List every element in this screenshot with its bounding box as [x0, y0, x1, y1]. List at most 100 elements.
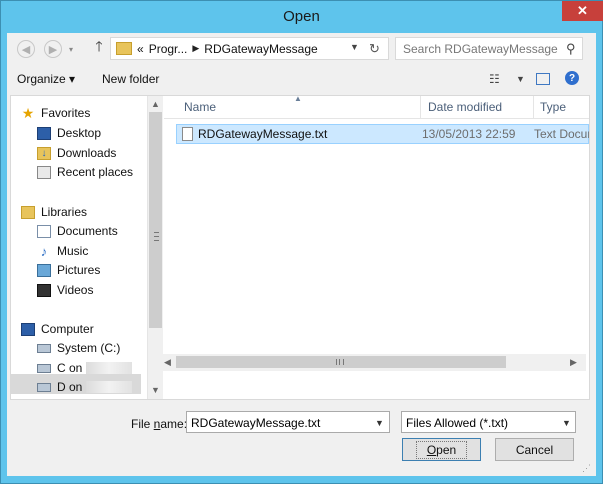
column-header-row: ▲ Name Date modified Type — [164, 96, 589, 119]
nav-item-network-drive-c[interactable]: C on — [37, 359, 133, 377]
preview-pane-icon[interactable] — [536, 73, 550, 85]
music-icon: ♪ — [40, 243, 48, 259]
search-input[interactable]: Search RDGatewayMessage ⚲ — [395, 37, 583, 60]
file-row[interactable]: RDGatewayMessage.txt 13/05/2013 22:59 Te… — [176, 124, 589, 144]
column-divider[interactable] — [420, 96, 421, 118]
nav-libraries[interactable]: Libraries — [21, 203, 87, 221]
nav-item-downloads[interactable]: ↓ Downloads — [37, 144, 116, 162]
file-date: 13/05/2013 22:59 — [422, 127, 516, 141]
dialog-title: Open — [283, 8, 320, 25]
close-button[interactable]: ✕ — [562, 1, 603, 21]
back-arrow-icon: ◀ — [21, 43, 31, 56]
breadcrumb-overflow[interactable]: « — [137, 42, 144, 56]
dialog-client: ◀ ▶ ▾ 🡑 « Progr... ▶ RDGatewayMessage ▼ … — [7, 33, 596, 476]
label-text: ame: — [160, 417, 188, 431]
forward-button[interactable]: ▶ — [44, 40, 62, 58]
file-name-combobox[interactable]: RDGatewayMessage.txt ▼ — [186, 411, 390, 433]
nav-item-label: C on — [57, 361, 83, 375]
new-folder-button[interactable]: New folder — [102, 72, 159, 86]
redacted-text — [86, 381, 133, 393]
resize-grip-icon[interactable]: ⋰ — [582, 463, 591, 474]
nav-item-label: Desktop — [57, 126, 102, 140]
recent-locations-dropdown[interactable]: ▾ — [69, 45, 73, 54]
title-bar[interactable]: Open ✕ — [1, 1, 603, 33]
file-list-horizontal-scrollbar[interactable]: ◀ ▶ — [160, 354, 586, 371]
open-button[interactable]: Open — [402, 438, 481, 461]
search-placeholder: Search RDGatewayMessage — [403, 42, 558, 56]
view-dropdown-icon[interactable]: ▼ — [516, 74, 525, 84]
file-type-filter[interactable]: Files Allowed (*.txt) ▼ — [401, 411, 576, 433]
nav-favorites[interactable]: ★ Favorites — [21, 104, 91, 122]
view-options-icon[interactable]: ☷ — [489, 72, 500, 86]
search-icon[interactable]: ⚲ — [566, 41, 576, 57]
documents-icon — [37, 224, 51, 238]
file-name: RDGatewayMessage.txt — [198, 127, 328, 141]
scroll-right-icon[interactable]: ▶ — [570, 357, 577, 368]
refresh-icon[interactable]: ↻ — [369, 41, 380, 57]
file-name-value[interactable]: RDGatewayMessage.txt — [191, 416, 320, 430]
folder-icon — [116, 42, 132, 55]
breadcrumb-item[interactable]: Progr... — [149, 42, 188, 56]
cancel-button[interactable]: Cancel — [495, 438, 574, 461]
column-divider[interactable] — [533, 96, 534, 118]
nav-item-pictures[interactable]: Pictures — [37, 261, 100, 279]
sort-ascending-icon: ▲ — [294, 96, 302, 103]
column-type[interactable]: Type — [540, 100, 566, 114]
network-drive-icon — [37, 382, 51, 392]
label-text: File — [131, 417, 154, 431]
column-name[interactable]: Name — [184, 100, 216, 114]
up-button[interactable]: 🡑 — [91, 38, 107, 57]
address-bar[interactable]: « Progr... ▶ RDGatewayMessage ▼ ↻ — [110, 37, 389, 60]
downloads-icon: ↓ — [37, 146, 51, 160]
nav-item-videos[interactable]: Videos — [37, 281, 93, 299]
nav-group-label: Libraries — [41, 205, 88, 219]
nav-item-label: Documents — [57, 224, 118, 238]
navigation-bar: ◀ ▶ ▾ 🡑 « Progr... ▶ RDGatewayMessage ▼ … — [7, 33, 596, 63]
star-icon: ★ — [21, 104, 35, 121]
forward-arrow-icon: ▶ — [48, 43, 58, 56]
videos-icon — [37, 283, 51, 297]
scroll-up-icon[interactable]: ▲ — [151, 99, 160, 109]
address-dropdown-icon[interactable]: ▼ — [350, 42, 359, 52]
nav-item-desktop[interactable]: Desktop — [37, 124, 101, 142]
scrollbar-thumb[interactable] — [176, 356, 506, 368]
breadcrumb-item[interactable]: RDGatewayMessage — [204, 42, 317, 56]
chevron-down-icon[interactable]: ▼ — [562, 418, 571, 428]
nav-item-label: Pictures — [57, 263, 101, 277]
command-toolbar: Organize ▾ New folder ☷ ▼ ? — [7, 66, 596, 92]
back-button[interactable]: ◀ — [17, 40, 35, 58]
nav-computer[interactable]: Computer — [21, 320, 94, 338]
desktop-icon — [37, 126, 51, 140]
file-name-label: File name: — [131, 417, 187, 431]
scrollbar-thumb[interactable] — [149, 112, 162, 328]
help-icon[interactable]: ? — [565, 71, 579, 85]
nav-item-label: Downloads — [57, 146, 117, 160]
scroll-down-icon[interactable]: ▼ — [151, 385, 160, 395]
nav-item-network-drive-d[interactable]: D on — [37, 378, 133, 396]
breadcrumb-separator-icon[interactable]: ▶ — [192, 43, 199, 54]
file-type: Text Docume — [534, 127, 589, 141]
nav-item-documents[interactable]: Documents — [37, 222, 118, 240]
nav-item-label: D on — [57, 380, 83, 394]
libraries-icon — [21, 205, 35, 219]
nav-item-system-drive[interactable]: System (C:) — [37, 339, 120, 357]
nav-item-label: Recent places — [57, 165, 134, 179]
up-arrow-icon: 🡑 — [95, 38, 103, 54]
column-date-modified[interactable]: Date modified — [428, 100, 502, 114]
nav-item-label: System (C:) — [57, 341, 121, 355]
nav-item-music[interactable]: ♪ Music — [37, 242, 89, 260]
nav-item-recent-places[interactable]: Recent places — [37, 163, 133, 181]
close-icon: ✕ — [577, 3, 588, 18]
chevron-down-icon[interactable]: ▼ — [375, 418, 384, 428]
computer-icon — [21, 322, 35, 336]
navigation-pane: ★ Favorites Desktop ↓ Downloads Recent p… — [11, 96, 147, 399]
pictures-icon — [37, 263, 51, 277]
open-dialog: Open ✕ ◀ ▶ ▾ 🡑 « Progr... ▶ RDGatewayMes… — [0, 0, 603, 484]
grip-icon — [154, 232, 159, 241]
nav-group-label: Computer — [41, 322, 94, 336]
file-type-filter-value: Files Allowed (*.txt) — [406, 416, 509, 430]
scroll-left-icon[interactable]: ◀ — [164, 357, 171, 368]
organize-menu[interactable]: Organize ▾ — [17, 72, 75, 86]
drive-icon — [37, 343, 51, 353]
nav-item-label: Videos — [57, 283, 94, 297]
